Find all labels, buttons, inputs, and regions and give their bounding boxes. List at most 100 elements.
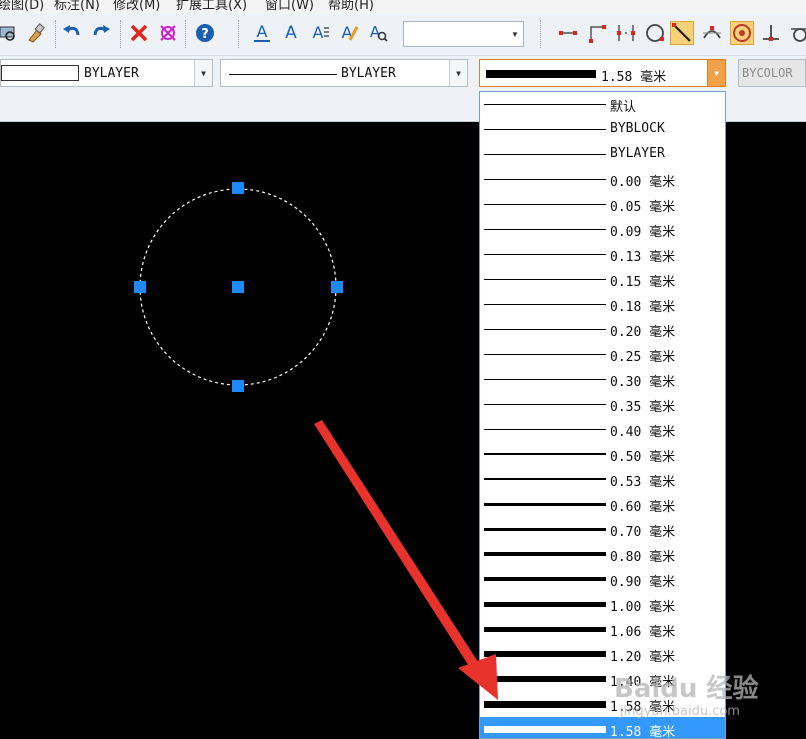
lineweight-list-item[interactable]: 0.13 毫米 bbox=[480, 242, 725, 267]
lineweight-list-item[interactable]: 1.00 毫米 bbox=[480, 592, 725, 617]
linetype-preview bbox=[229, 74, 337, 75]
edit-text-icon[interactable]: A bbox=[337, 21, 361, 45]
lineweight-preview-line bbox=[484, 726, 606, 733]
perpendicular-icon[interactable] bbox=[759, 21, 783, 45]
find-text-icon[interactable]: A bbox=[366, 21, 390, 45]
chevron-down-icon[interactable]: ▼ bbox=[194, 60, 212, 86]
lineweight-list-item[interactable]: 默认 bbox=[480, 92, 725, 117]
lineweight-list-item[interactable]: 0.18 毫米 bbox=[480, 292, 725, 317]
lineweight-list-item[interactable]: BYBLOCK bbox=[480, 117, 725, 142]
arc-icon[interactable] bbox=[700, 21, 724, 45]
help-icon[interactable]: ? bbox=[193, 21, 217, 45]
lineweight-list-item[interactable]: 0.15 毫米 bbox=[480, 267, 725, 292]
match-properties-icon[interactable] bbox=[24, 21, 48, 45]
chevron-down-icon[interactable]: ▼ bbox=[449, 60, 467, 86]
lineweight-preview-line bbox=[484, 254, 606, 255]
menu-extend-tools[interactable]: 扩展工具(X) bbox=[176, 0, 247, 13]
lineweight-list-item[interactable]: 0.50 毫米 bbox=[480, 442, 725, 467]
lineweight-preview-line bbox=[484, 627, 606, 632]
menu-help[interactable]: 帮助(H) bbox=[328, 0, 374, 13]
lineweight-preview-line bbox=[484, 552, 606, 556]
lineweight-list-label: 0.18 毫米 bbox=[610, 300, 676, 315]
lineweight-list-label: 0.20 毫米 bbox=[610, 325, 676, 340]
lineweight-list-item[interactable]: 0.00 毫米 bbox=[480, 167, 725, 192]
grip-bottom[interactable] bbox=[232, 380, 244, 392]
text-style-combo[interactable]: ▼ bbox=[403, 21, 524, 47]
lineweight-combo[interactable]: 1.58 毫米 ▼ bbox=[479, 59, 726, 87]
lineweight-list-item[interactable]: 1.06 毫米 bbox=[480, 617, 725, 642]
lineweight-list-item[interactable]: 0.20 毫米 bbox=[480, 317, 725, 342]
dimension-icon[interactable] bbox=[614, 21, 638, 45]
multiline-text-icon[interactable]: A bbox=[308, 21, 332, 45]
redo-icon[interactable] bbox=[89, 21, 113, 45]
lineweight-value: 1.58 毫米 bbox=[601, 70, 667, 85]
lineweight-list-item[interactable]: 0.09 毫米 bbox=[480, 217, 725, 242]
lineweight-list-label: 0.09 毫米 bbox=[610, 225, 676, 240]
lineweight-preview-line bbox=[484, 404, 606, 405]
lineweight-preview-line bbox=[484, 577, 606, 581]
color-value: BYLAYER bbox=[84, 66, 139, 81]
lineweight-list-item[interactable]: 0.40 毫米 bbox=[480, 417, 725, 442]
lineweight-list-item[interactable]: 0.80 毫米 bbox=[480, 542, 725, 567]
chevron-down-icon[interactable]: ▼ bbox=[507, 22, 523, 46]
xref-icon[interactable] bbox=[156, 21, 180, 45]
delete-icon[interactable] bbox=[127, 21, 151, 45]
lineweight-list-item[interactable]: 0.25 毫米 bbox=[480, 342, 725, 367]
lineweight-preview-line bbox=[484, 676, 606, 682]
lineweight-list-label: 1.06 毫米 bbox=[610, 625, 676, 640]
grip-right[interactable] bbox=[331, 281, 343, 293]
print-preview-icon[interactable] bbox=[0, 21, 20, 45]
lineweight-list-item[interactable]: 1.20 毫米 bbox=[480, 642, 725, 667]
undo-icon[interactable] bbox=[60, 21, 84, 45]
lineweight-list-item[interactable]: 0.05 毫米 bbox=[480, 192, 725, 217]
grip-top[interactable] bbox=[232, 182, 244, 194]
polyline-icon[interactable] bbox=[585, 21, 609, 45]
menu-draw[interactable]: 绘图(D) bbox=[0, 0, 44, 13]
lineweight-preview-line bbox=[484, 279, 606, 280]
linetype-value: BYLAYER bbox=[341, 66, 396, 81]
snap-line-icon[interactable] bbox=[670, 21, 694, 45]
lineweight-preview-line bbox=[484, 701, 606, 708]
grip-center[interactable] bbox=[232, 281, 244, 293]
lineweight-list-label: 0.13 毫米 bbox=[610, 250, 676, 265]
baidu-watermark: Baidu 经验 jingyan.baidu.com bbox=[614, 668, 774, 724]
lineweight-list-label: 默认 bbox=[610, 100, 637, 115]
circle-icon[interactable] bbox=[643, 21, 667, 45]
lineweight-list-item[interactable]: BYLAYER bbox=[480, 142, 725, 167]
lineweight-list-item[interactable]: 0.60 毫米 bbox=[480, 492, 725, 517]
lineweight-preview-line bbox=[484, 104, 606, 105]
lineweight-preview-line bbox=[484, 453, 606, 455]
color-combo[interactable]: BYLAYER ▼ bbox=[0, 59, 213, 87]
lineweight-preview-line bbox=[484, 379, 606, 380]
menu-modify[interactable]: 修改(M) bbox=[113, 0, 160, 13]
svg-text:A: A bbox=[285, 23, 297, 43]
lineweight-preview-line bbox=[484, 154, 606, 155]
text-icon[interactable]: A bbox=[279, 21, 303, 45]
lineweight-list-item[interactable]: 0.30 毫米 bbox=[480, 367, 725, 392]
lineweight-list-item[interactable]: 0.90 毫米 bbox=[480, 567, 725, 592]
lineweight-preview-line bbox=[484, 304, 606, 305]
lineweight-preview-line bbox=[484, 329, 606, 330]
watermark-url: jingyan.baidu.com bbox=[620, 704, 740, 719]
grip-left[interactable] bbox=[134, 281, 146, 293]
menu-window[interactable]: 窗口(W) bbox=[265, 0, 314, 13]
lineweight-list-label: 1.00 毫米 bbox=[610, 600, 676, 615]
lineweight-list-item[interactable]: 0.53 毫米 bbox=[480, 467, 725, 492]
standard-toolbar: ? A A A A A ▼ bbox=[0, 14, 806, 56]
plot-style-combo[interactable]: BYCOLOR bbox=[738, 59, 806, 87]
lineweight-list-label: 0.90 毫米 bbox=[610, 575, 676, 590]
chevron-down-icon[interactable]: ▼ bbox=[707, 60, 725, 86]
lineweight-dropdown-list[interactable]: 默认 BYBLOCK BYLAYER 0.00 毫米 0.05 毫米 0.09 毫米 0.1… bbox=[479, 91, 726, 739]
text-style-icon[interactable]: A bbox=[250, 21, 274, 45]
lineweight-list-label: 0.80 毫米 bbox=[610, 550, 676, 565]
linetype-combo[interactable]: BYLAYER ▼ bbox=[220, 59, 468, 87]
lineweight-list-label: 0.30 毫米 bbox=[610, 375, 676, 390]
tangent-icon[interactable] bbox=[788, 21, 806, 45]
lineweight-preview-line bbox=[484, 602, 606, 607]
lineweight-list-label: 0.00 毫米 bbox=[610, 175, 676, 190]
lineweight-list-item[interactable]: 0.35 毫米 bbox=[480, 392, 725, 417]
center-snap-icon[interactable] bbox=[730, 21, 754, 45]
line-icon[interactable] bbox=[556, 21, 580, 45]
lineweight-list-item[interactable]: 0.70 毫米 bbox=[480, 517, 725, 542]
menu-dimension[interactable]: 标注(N) bbox=[54, 0, 100, 13]
